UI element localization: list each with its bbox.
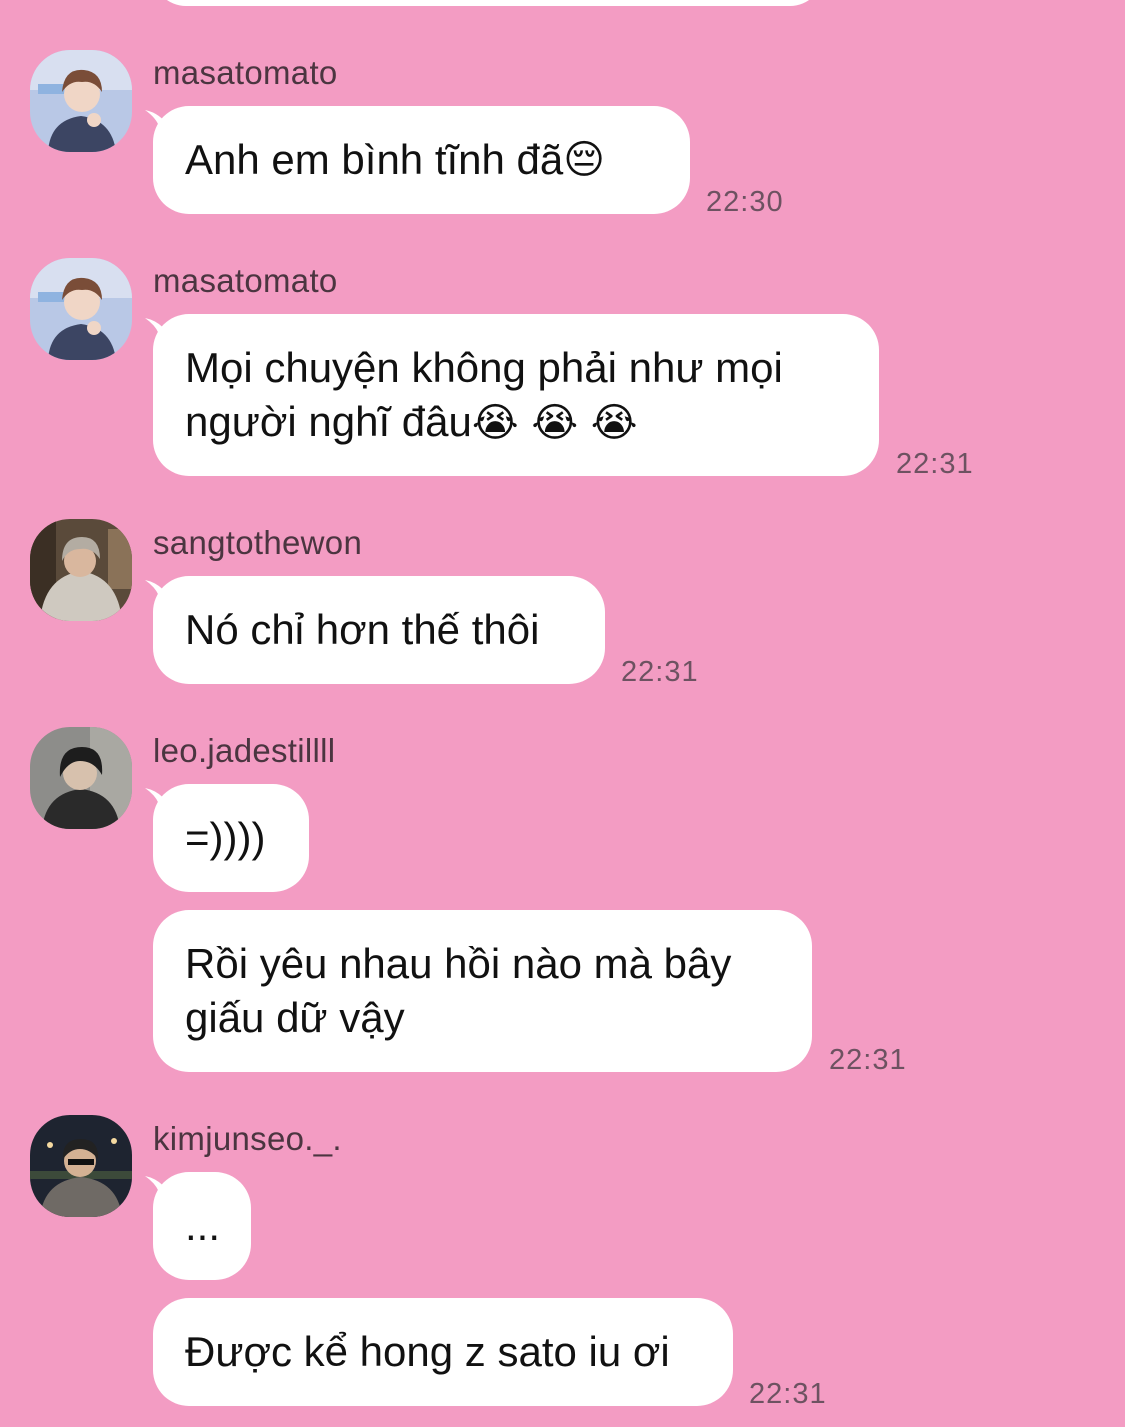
message-time: 22:31 xyxy=(749,1378,827,1410)
chat-thread: masatomato Anh em bình tĩnh đã 😔 22:30 ma… xyxy=(0,0,1125,1427)
message-bubble[interactable]: ... xyxy=(153,1172,251,1280)
message-bubble[interactable]: =)))) xyxy=(153,784,309,892)
message-time: 22:30 xyxy=(706,186,784,218)
message-text: =)))) xyxy=(185,814,266,861)
message-bubble[interactable]: Được kể hong z sato iu ơi xyxy=(153,1298,733,1406)
message-text: Rồi yêu nhau hồi nào mà bây giấu dữ vậy xyxy=(185,940,732,1041)
message-bubble[interactable]: Mọi chuyện không phải như mọi người nghĩ… xyxy=(153,314,879,476)
message-text: Được kể hong z sato iu ơi xyxy=(185,1328,670,1375)
sender-name: leo.jadestillll xyxy=(153,732,336,769)
message-bubble[interactable]: Rồi yêu nhau hồi nào mà bây giấu dữ vậy xyxy=(153,910,812,1072)
message-time: 22:31 xyxy=(829,1044,907,1076)
message-text: ... xyxy=(185,1202,221,1249)
pensive-face-emoji: 😔 xyxy=(563,137,605,183)
message-bubble[interactable]: Nó chỉ hơn thế thôi xyxy=(153,576,605,684)
sender-name: masatomato xyxy=(153,262,338,299)
avatar-masatomato[interactable] xyxy=(30,50,132,152)
message-text: Anh em bình tĩnh đã xyxy=(185,136,564,183)
previous-message-bubble[interactable] xyxy=(153,0,823,6)
avatar-sangtothewon[interactable] xyxy=(30,519,132,621)
crying-face-emoji: 😭 😭 😭 xyxy=(471,399,638,446)
avatar-kimjunseo[interactable] xyxy=(30,1115,132,1217)
sender-name: masatomato xyxy=(153,54,338,91)
avatar-masatomato[interactable] xyxy=(30,258,132,360)
message-text: Nó chỉ hơn thế thôi xyxy=(185,606,540,653)
message-time: 22:31 xyxy=(621,656,699,688)
sender-name: kimjunseo._. xyxy=(153,1120,342,1157)
sender-name: sangtothewon xyxy=(153,524,363,561)
message-bubble[interactable]: Anh em bình tĩnh đã 😔 xyxy=(153,106,690,214)
message-time: 22:31 xyxy=(896,448,974,480)
avatar-leo-jadestillll[interactable] xyxy=(30,727,132,829)
